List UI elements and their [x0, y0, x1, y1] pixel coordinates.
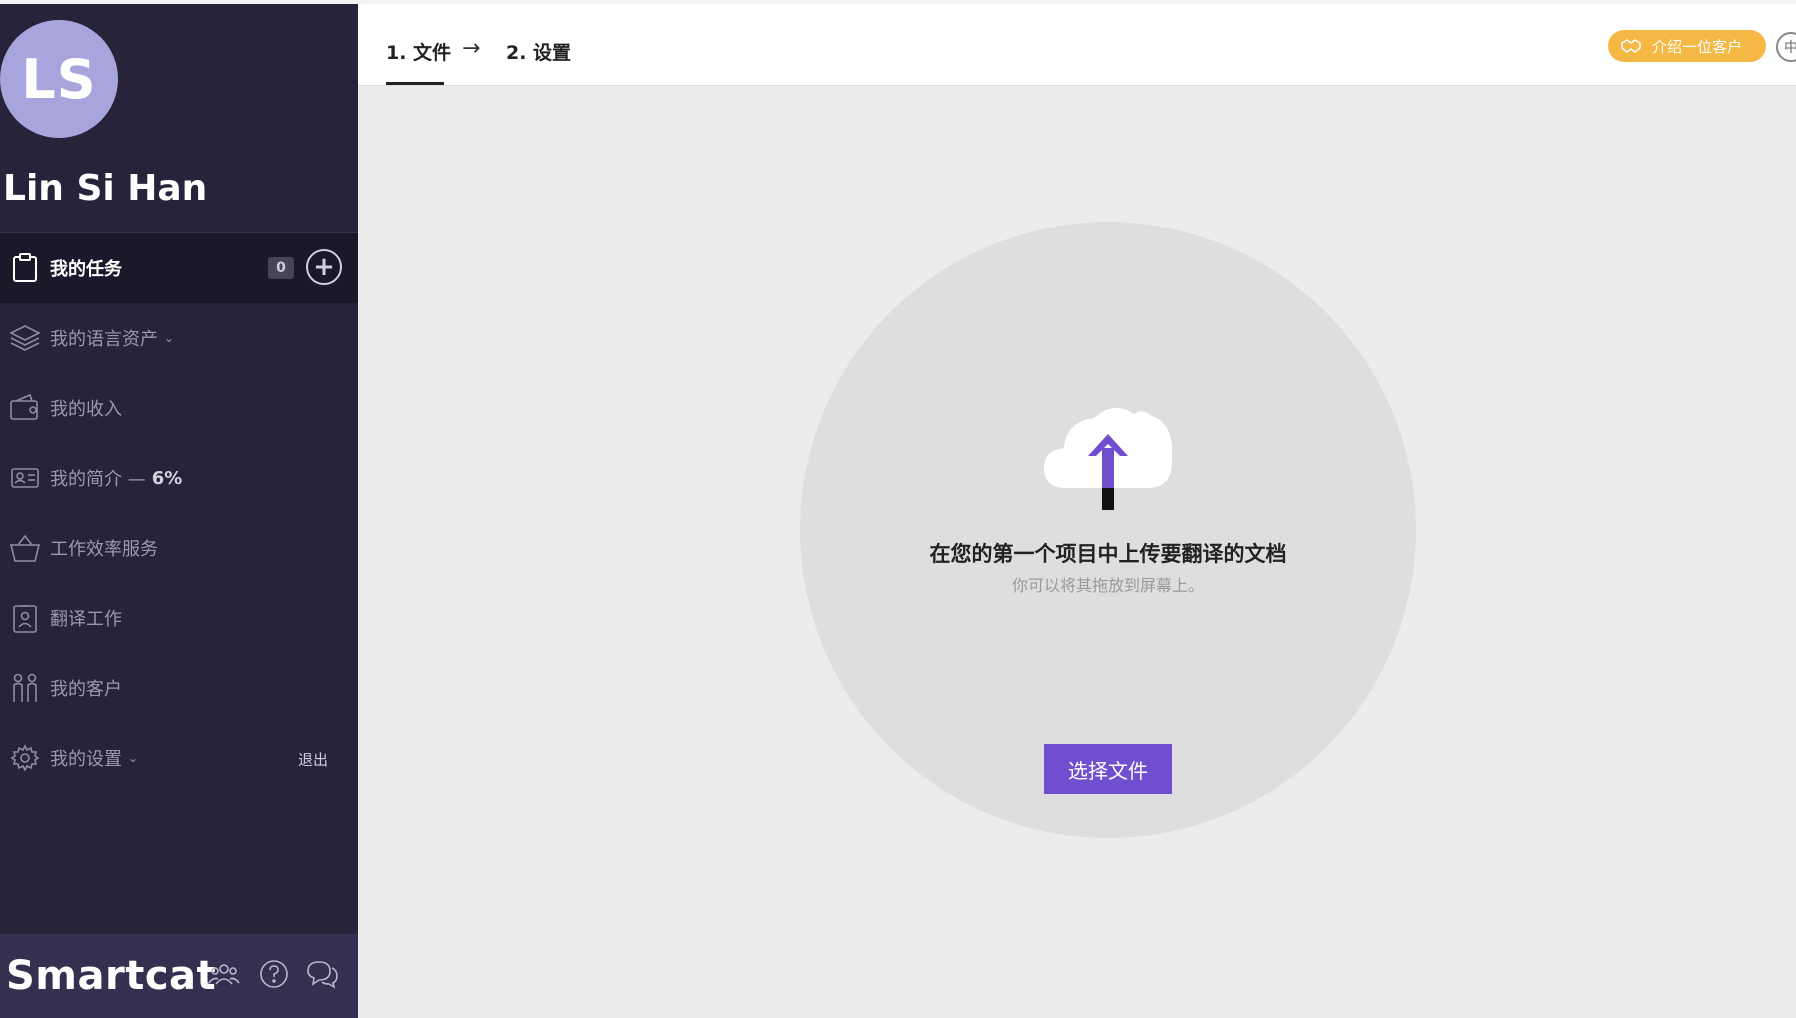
refer-client-label: 介绍一位客户 [1652, 37, 1743, 56]
topbar: 1. 文件 → 2. 设置 介绍一位客户 中 [358, 4, 1796, 86]
profile-completion: 6% [151, 467, 183, 489]
layers-icon [9, 325, 41, 351]
chevron-down-icon: ⌄ [128, 751, 139, 765]
brand-logo[interactable]: Smartcat [6, 953, 216, 999]
sidebar-item-label: 我的收入 [50, 399, 122, 420]
sidebar-item-my-tasks[interactable]: 我的任务 0 + [0, 233, 358, 303]
language-switch-button[interactable]: 中 [1776, 32, 1796, 62]
step-settings[interactable]: 2. 设置 [506, 38, 571, 65]
badge-icon [13, 605, 37, 633]
step-files[interactable]: 1. 文件 [386, 38, 451, 65]
sidebar-item-profile[interactable]: 我的简介 — 6% [0, 443, 358, 513]
select-file-button[interactable]: 选择文件 [1044, 744, 1172, 794]
people-icon [13, 673, 37, 702]
refer-client-button[interactable]: 介绍一位客户 [1608, 30, 1766, 62]
sidebar-item-label: 我的语言资产 [50, 329, 158, 350]
sidebar-footer: Smartcat [0, 934, 358, 1018]
id-card-icon [11, 468, 39, 488]
cloud-upload-icon [1044, 407, 1173, 510]
sidebar-item-label: 翻译工作 [50, 609, 122, 630]
sidebar-item-label: 工作效率服务 [50, 539, 158, 560]
add-task-button[interactable]: + [306, 249, 342, 285]
basket-icon [9, 534, 41, 562]
sidebar-item-productivity-services[interactable]: 工作效率服务 [0, 513, 358, 583]
help-icon[interactable] [256, 956, 292, 992]
wallet-icon [10, 393, 38, 420]
sidebar-item-label: 我的客户 [50, 679, 122, 700]
sidebar-item-label: 我的任务 [50, 259, 122, 280]
sidebar-item-income[interactable]: 我的收入 [0, 373, 358, 443]
arrow-right-icon: → [462, 36, 481, 61]
upload-subtitle: 你可以将其拖放到屏幕上。 [1011, 576, 1204, 595]
handshake-icon [1621, 39, 1641, 53]
task-count-badge: 0 [268, 257, 294, 279]
sidebar-item-settings[interactable]: 我的设置 ⌄ 退出 [0, 723, 358, 793]
sidebar-item-label: 我的设置 [50, 749, 122, 770]
active-step-indicator [386, 82, 444, 85]
logout-link[interactable]: 退出 [298, 749, 328, 770]
upload-title: 在您的第一个项目中上传要翻译的文档 [929, 542, 1287, 566]
chevron-down-icon: ⌄ [164, 331, 175, 345]
user-name: Lin Si Han [3, 168, 208, 209]
sidebar-item-clients[interactable]: 我的客户 [0, 653, 358, 723]
sidebar-nav: 我的任务 0 + 我的语言资产 ⌄ 我的收入 我的简介 — 6% 工作效率服务 … [0, 232, 358, 793]
gear-icon [10, 744, 40, 772]
clipboard-icon [13, 253, 37, 282]
sidebar: LS Lin Si Han 我的任务 0 + 我的语言资产 ⌄ 我的收入 我的简… [0, 0, 358, 1018]
team-icon[interactable] [206, 956, 242, 992]
sidebar-item-translation-jobs[interactable]: 翻译工作 [0, 583, 358, 653]
sidebar-item-language-assets[interactable]: 我的语言资产 ⌄ [0, 303, 358, 373]
top-edge [0, 0, 1796, 4]
sidebar-item-label: 我的简介 — [50, 469, 146, 490]
avatar[interactable]: LS [0, 20, 118, 138]
chat-icon[interactable] [304, 956, 340, 992]
